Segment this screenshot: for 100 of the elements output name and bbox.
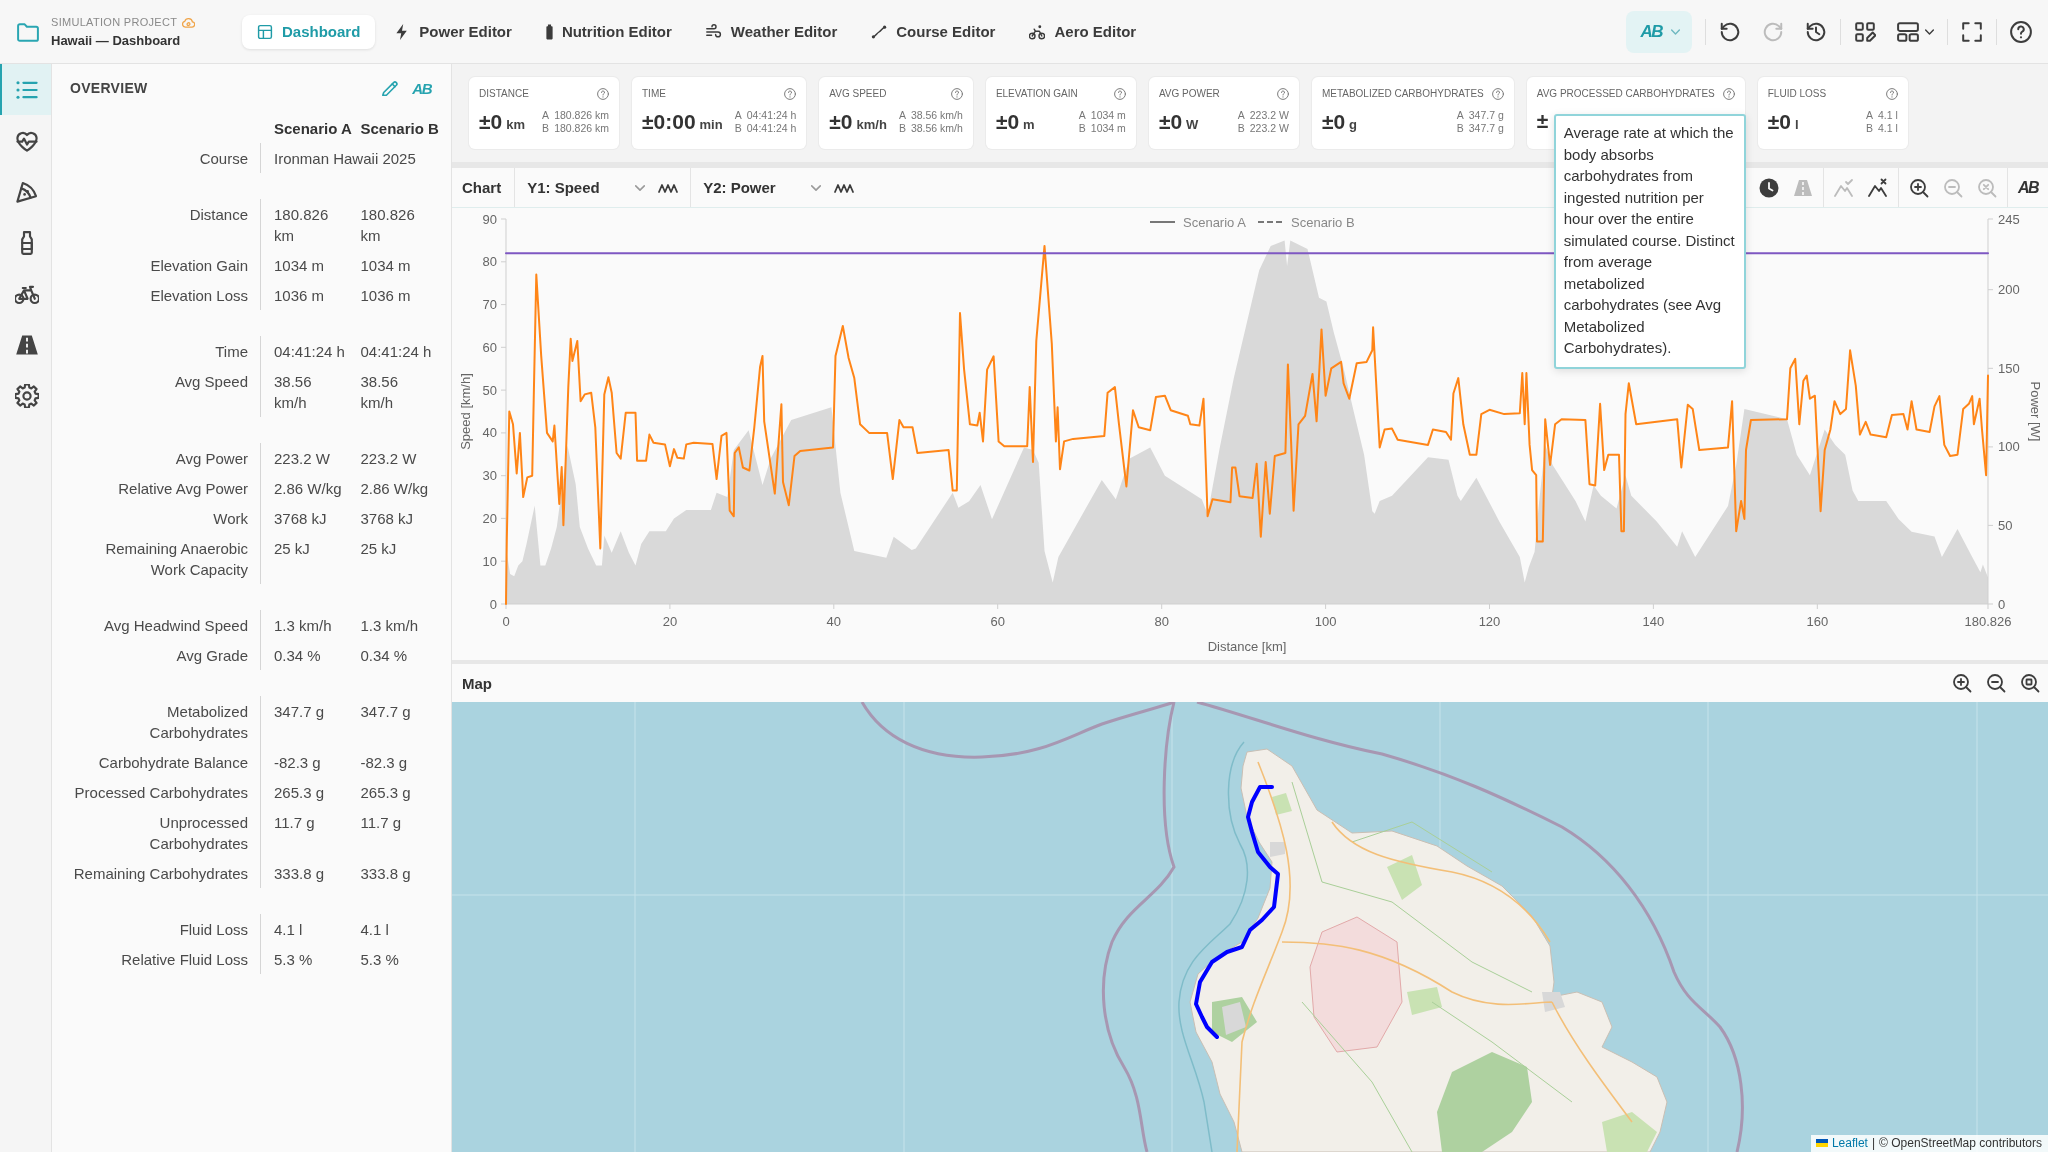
scenario-value: 4.1 l <box>1877 121 1898 134</box>
scenario-value: 1034 m <box>1090 121 1126 134</box>
row-value: 347.7 g <box>360 701 411 722</box>
pencil-icon[interactable] <box>381 79 400 97</box>
scenario-value: 38.56 km/h <box>910 109 963 122</box>
metric-unit: km <box>506 116 525 132</box>
scenario-tag: B <box>1078 121 1086 134</box>
y-tick-label: 60 <box>482 339 497 355</box>
row-label: Relative Avg Power <box>118 478 248 499</box>
nav-tab[interactable]: Aero Editor <box>1014 14 1152 49</box>
row-label: Metabolized Carbohydrates <box>148 701 248 743</box>
x-axis-title: Distance [km] <box>1207 639 1287 654</box>
zoom-out-icon[interactable] <box>1986 673 2006 693</box>
scenario-tag: A <box>1078 109 1086 122</box>
project-title: Hawaii — Dashboard <box>51 32 182 48</box>
metric-label: TIME <box>642 88 666 99</box>
row-value: 2.86 W/kg <box>360 478 429 499</box>
metric-value: ± <box>1536 109 1549 133</box>
zoom-in-icon[interactable] <box>1908 177 1929 198</box>
wind-icon <box>705 23 722 40</box>
flag-icon <box>1815 1139 1828 1147</box>
mountain-cross-icon[interactable] <box>1867 177 1888 198</box>
scenario-value: 180.826 km <box>554 109 609 122</box>
history-icon[interactable] <box>1805 20 1827 43</box>
x-tick-label: 20 <box>662 614 678 629</box>
row-value: 1036 m <box>274 285 325 306</box>
x-tick-label: 80 <box>1154 614 1169 629</box>
metric-unit: km/h <box>856 116 887 132</box>
row-label: Relative Fluid Loss <box>121 949 248 970</box>
y-axis-title: Speed [km/h] <box>458 373 473 450</box>
nav-tab[interactable]: Nutrition Editor <box>530 14 687 49</box>
y2-tick-label: 150 <box>1998 360 2020 376</box>
tooltip: Average rate at which the body absorbs carbohydrates from ingested nutrition per hour over the entire simulated course. Distinct from average metabolized carbohydrates (see Avg Metabolized Carbohydrates). <box>1553 114 1746 369</box>
row-label: Unprocessed Carbohydrates <box>148 812 248 854</box>
row-value: 11.7 g <box>360 812 402 833</box>
clock-icon[interactable] <box>1758 177 1779 198</box>
layout-icon[interactable] <box>1897 20 1919 43</box>
row-value: 1.3 km/h <box>274 615 332 636</box>
x-tick-label: 40 <box>826 614 842 629</box>
metric-label: METABOLIZED CARBOHYDRATES <box>1321 88 1484 99</box>
help-icon[interactable] <box>2010 20 2032 43</box>
compare-toggle[interactable]: AB <box>2017 178 2038 197</box>
nav-tab[interactable]: Power Editor <box>379 14 527 49</box>
row-value: 180.826 km <box>360 204 416 246</box>
y-tick-label: 50 <box>482 382 497 398</box>
caret-icon <box>635 184 646 191</box>
row-value: 1036 m <box>360 285 411 306</box>
row-label: Remaining Carbohydrates <box>73 863 248 884</box>
scenario-tag: B <box>734 121 742 134</box>
y-tick-label: 90 <box>482 211 497 227</box>
zoom-in-icon[interactable] <box>1952 673 1972 693</box>
scenario-tag: B <box>1865 121 1873 134</box>
column-header: Scenario A <box>274 119 352 139</box>
grid-edit-icon[interactable] <box>1854 20 1876 43</box>
scenario-tag: B <box>1456 121 1464 134</box>
y2-tick-label: 200 <box>1998 282 2020 298</box>
nav-tab[interactable]: Course Editor <box>856 14 1011 49</box>
row-value: 38.56 km/h <box>360 371 400 413</box>
row-label: Elevation Loss <box>150 285 248 306</box>
scenario-value: 223.2 W <box>1249 121 1289 134</box>
cyclist-icon <box>1029 23 1046 40</box>
axis-select[interactable]: Y1: Speed <box>527 172 646 203</box>
scenario-tag: A <box>1237 109 1245 122</box>
row-label: Avg Speed <box>174 371 248 392</box>
scenario-value: 180.826 km <box>554 121 609 134</box>
scenario-value: 223.2 W <box>1249 109 1289 122</box>
metric-label: AVG POWER <box>1158 88 1220 99</box>
scenario-value: 04:41:24 h <box>746 109 797 122</box>
metric-unit: m <box>1023 116 1035 132</box>
metric-unit: min <box>699 116 723 132</box>
project-label: SIMULATION PROJECT <box>51 16 178 28</box>
caret-icon[interactable] <box>1925 28 1934 35</box>
y2-tick-label: 245 <box>1998 211 2020 227</box>
zoom-fit-icon[interactable] <box>2020 673 2040 693</box>
y-tick-label: 40 <box>482 425 497 441</box>
fullscreen-icon[interactable] <box>1961 20 1983 43</box>
metric-value: ±0 <box>1158 109 1183 134</box>
nav-tab[interactable]: Weather Editor <box>690 14 853 49</box>
scenario-value: 347.7 g <box>1468 121 1504 134</box>
caret-icon <box>1671 28 1680 35</box>
attribution-link[interactable]: Leaflet <box>1815 1136 1868 1150</box>
tube-icon <box>545 23 553 40</box>
row-value: 11.7 g <box>274 812 315 833</box>
folder-icon[interactable] <box>17 20 39 43</box>
row-value: 1.3 km/h <box>360 615 419 636</box>
scenario-value: 1034 m <box>1090 109 1126 122</box>
row-value: 333.8 g <box>360 863 411 884</box>
axis-select[interactable]: Y2: Power <box>703 172 822 203</box>
undo-icon[interactable] <box>1719 20 1741 43</box>
y2-axis-title: Power [W] <box>2028 381 2043 442</box>
metric-value: ±0 <box>479 109 503 134</box>
row-value: 223.2 W <box>274 448 330 469</box>
row-label: Carbohydrate Balance <box>98 752 248 773</box>
row-value: 4.1 l <box>360 919 389 940</box>
legend-label: Scenario B <box>1291 214 1355 230</box>
x-tick-label: 160 <box>1806 614 1829 629</box>
x-tick-label: 120 <box>1478 614 1501 629</box>
scenario-tag: A <box>734 109 742 122</box>
row-label: Fluid Loss <box>179 919 248 940</box>
row-value: 25 kJ <box>274 538 310 559</box>
